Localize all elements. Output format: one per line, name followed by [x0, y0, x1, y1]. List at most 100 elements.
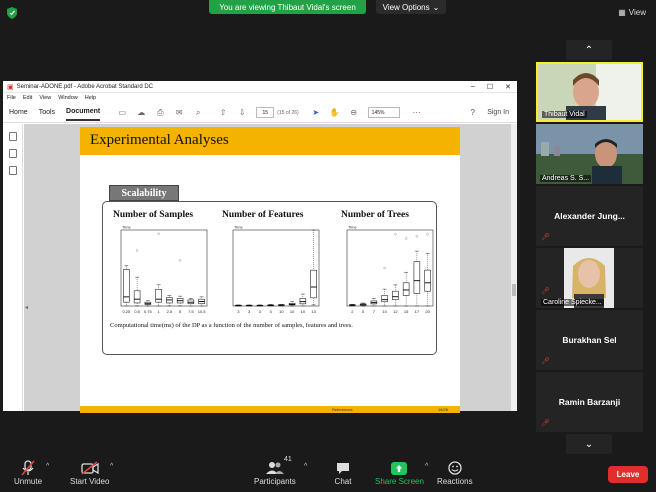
- share-options-caret-icon[interactable]: ^: [425, 463, 428, 470]
- hand-tool-icon[interactable]: ✋: [330, 108, 340, 118]
- attachments-icon[interactable]: [8, 166, 17, 175]
- chat-button[interactable]: Chat: [332, 459, 354, 486]
- collapse-panel-icon[interactable]: ◂: [25, 304, 28, 311]
- x-tick-label: 7.5: [188, 309, 194, 314]
- y-axis-label: Time: [348, 225, 358, 230]
- grid-icon: ▦: [618, 8, 626, 17]
- zoom-select[interactable]: 145%: [367, 107, 400, 118]
- window-controls: – ☐ ✕: [471, 83, 517, 91]
- participants-count: 41: [284, 456, 292, 463]
- maximize-icon[interactable]: ☐: [487, 83, 493, 91]
- participant-tile[interactable]: Thibaut Vidal: [536, 62, 643, 122]
- search-icon[interactable]: ⌕: [193, 108, 203, 118]
- x-tick-label: 7: [373, 309, 376, 314]
- gallery-up-button[interactable]: ⌃: [566, 40, 612, 60]
- tab-tools[interactable]: Tools: [39, 105, 55, 120]
- participant-name: Burakhan Sel: [562, 335, 617, 345]
- audio-options-caret-icon[interactable]: ^: [46, 463, 49, 470]
- x-tick-label: 10: [279, 309, 284, 314]
- share-screen-label: Share Screen: [375, 477, 424, 486]
- outlier-point: [394, 233, 397, 236]
- x-tick-label: 3: [237, 309, 240, 314]
- mic-muted-icon: 🎤︎: [541, 288, 550, 295]
- outlier-point: [404, 237, 408, 240]
- pdf-icon: ▣: [7, 83, 14, 91]
- meeting-controls-bar: Unmute ^ Start Video ^ Participants 41 ^…: [0, 455, 656, 492]
- plot-frame: [232, 229, 320, 307]
- tab-document[interactable]: Document: [66, 104, 101, 121]
- gallery-down-button[interactable]: ⌄: [566, 434, 612, 454]
- start-video-button[interactable]: Start Video: [70, 459, 109, 486]
- menu-bar: File Edit View Window Help: [3, 93, 517, 103]
- slide-footer: References 16/26: [80, 406, 460, 413]
- print-icon[interactable]: ⎙: [155, 108, 165, 118]
- menu-file[interactable]: File: [7, 95, 16, 101]
- x-tick-label: 0.5: [134, 309, 140, 314]
- section-label: Scalability: [109, 185, 179, 201]
- participant-tile[interactable]: Ramin Barzanji 🎤︎: [536, 372, 643, 432]
- share-screen-button[interactable]: Share Screen: [375, 459, 424, 486]
- figure-caption: Computational time(ms) of the DP as a fu…: [110, 322, 353, 329]
- box: [381, 295, 388, 303]
- help-icon[interactable]: ?: [471, 108, 475, 117]
- boxplot-trees: Time 2 5 7 10 12 15 17 20: [346, 225, 434, 314]
- leave-button[interactable]: Leave: [608, 466, 648, 483]
- footer-references: References: [332, 407, 353, 412]
- participant-tile[interactable]: Andreas S. S...: [536, 124, 643, 184]
- scalability-panel: Number of Samples Number of Features Num…: [102, 201, 437, 355]
- menu-help[interactable]: Help: [85, 95, 96, 101]
- view-options-label: View Options: [382, 2, 430, 12]
- minimize-icon[interactable]: –: [471, 83, 475, 91]
- outlier-point: [135, 249, 139, 252]
- select-cursor-icon[interactable]: ➤: [311, 108, 321, 118]
- scroll-thumb[interactable]: [512, 284, 516, 296]
- menu-view[interactable]: View: [39, 95, 51, 101]
- x-tick-label: 1: [158, 309, 161, 314]
- mic-muted-icon: 🎤︎: [541, 358, 550, 365]
- bookmark-icon[interactable]: [8, 149, 17, 158]
- box: [402, 282, 410, 296]
- outlier-point: [426, 233, 429, 236]
- window-title: Seminar-ADONE.pdf - Adobe Acrobat Standa…: [16, 83, 154, 90]
- participant-name: Ramin Barzanji: [558, 397, 621, 407]
- save-icon[interactable]: ▭: [117, 108, 127, 118]
- email-icon[interactable]: ✉: [174, 108, 184, 118]
- video-options-caret-icon[interactable]: ^: [110, 463, 113, 470]
- close-icon[interactable]: ✕: [505, 83, 511, 91]
- pages-icon[interactable]: [8, 132, 17, 141]
- x-tick-label: 17: [415, 309, 420, 314]
- menu-edit[interactable]: Edit: [23, 95, 32, 101]
- participants-button[interactable]: Participants: [254, 459, 296, 486]
- view-layout-button[interactable]: ▦ View: [618, 8, 646, 17]
- tab-home[interactable]: Home: [9, 105, 28, 120]
- page-down-icon[interactable]: ⇩: [237, 108, 247, 118]
- box: [133, 290, 141, 304]
- participants-caret-icon[interactable]: ^: [304, 463, 307, 470]
- page-number-input[interactable]: 15: [256, 107, 275, 118]
- more-icon[interactable]: ⋯: [412, 108, 422, 118]
- security-shield-icon[interactable]: [7, 7, 17, 19]
- vertical-scrollbar[interactable]: [511, 124, 517, 411]
- reactions-button[interactable]: Reactions: [437, 459, 473, 486]
- sign-in-link[interactable]: Sign In: [487, 109, 509, 116]
- start-video-label: Start Video: [70, 477, 110, 486]
- participant-tile[interactable]: Caroline Spiecke... 🎤︎: [536, 248, 643, 308]
- x-tick-label: 0.25: [122, 309, 131, 314]
- slide-title: Experimental Analyses: [80, 127, 460, 155]
- box: [392, 290, 399, 300]
- participant-name: Alexander Jung...: [554, 211, 625, 221]
- x-tick-label: 5: [179, 309, 182, 314]
- participant-tile[interactable]: Alexander Jung... 🎤︎: [536, 186, 643, 246]
- upload-icon[interactable]: ☁: [136, 108, 146, 118]
- zoom-out-icon[interactable]: ⊖: [349, 108, 359, 118]
- menu-window[interactable]: Window: [58, 95, 78, 101]
- unmute-label: Unmute: [14, 477, 43, 486]
- left-rail: [3, 124, 23, 411]
- view-options-button[interactable]: View Options ⌄: [376, 0, 446, 14]
- unmute-button[interactable]: Unmute: [14, 459, 42, 486]
- box: [310, 269, 317, 299]
- participant-name: Andreas S. S...: [540, 175, 592, 182]
- box: [155, 288, 162, 303]
- participant-tile[interactable]: Burakhan Sel 🎤︎: [536, 310, 643, 370]
- page-up-icon[interactable]: ⇧: [218, 108, 228, 118]
